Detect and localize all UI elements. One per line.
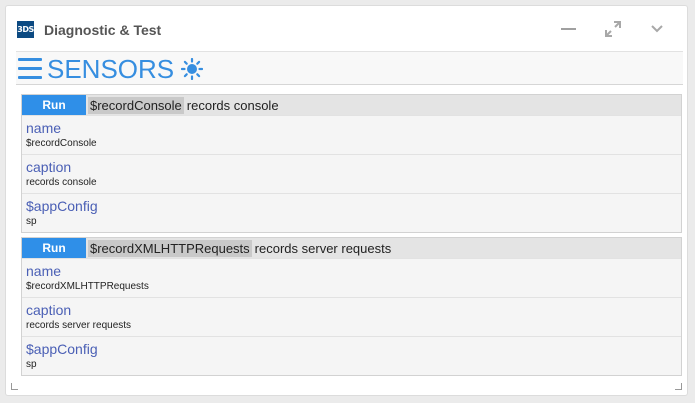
minimize-icon: [560, 28, 576, 30]
field-label: $appConfig: [26, 198, 98, 214]
resize-handle-right[interactable]: [675, 383, 682, 390]
widget-title: Diagnostic & Test: [44, 22, 162, 38]
field-label: caption: [26, 302, 72, 318]
field-row-name: name $recordXMLHTTPRequests: [22, 258, 681, 297]
field-row-appconfig: $appConfig sp: [22, 193, 681, 232]
field-value: records server requests: [26, 320, 132, 331]
resize-handle-left[interactable]: [11, 383, 18, 390]
page-title: SENSORS: [47, 54, 175, 84]
chevron-down-icon: [651, 25, 663, 33]
field-row-caption: caption records console: [22, 154, 681, 193]
field-value: sp: [26, 359, 37, 370]
field-label: $appConfig: [26, 341, 98, 357]
sensor-description: records server requests: [254, 240, 392, 256]
field-row-name: name $recordConsole: [22, 115, 681, 154]
run-button[interactable]: Run: [22, 238, 86, 258]
sensor-card: Run $recordConsole records console name …: [21, 94, 682, 233]
sensor-command: $recordConsole: [88, 96, 184, 114]
minimize-button[interactable]: [555, 16, 581, 42]
widget-titlebar: 3DS Diagnostic & Test: [6, 6, 687, 52]
field-label: caption: [26, 159, 72, 175]
app-logo: 3DS: [17, 21, 34, 38]
field-value: records console: [26, 177, 97, 188]
sensor-header: Run $recordConsole records console: [22, 95, 681, 115]
sun-icon[interactable]: [181, 58, 203, 80]
sensor-card: Run $recordXMLHTTPRequests records serve…: [21, 237, 682, 376]
menu-icon[interactable]: [18, 57, 42, 79]
expand-icon: [605, 21, 621, 37]
sensors-toolbar: SENSORS: [16, 51, 683, 85]
sensor-header: Run $recordXMLHTTPRequests records serve…: [22, 238, 681, 258]
field-value: sp: [26, 216, 37, 227]
sensor-description: records console: [186, 97, 279, 113]
field-row-caption: caption records server requests: [22, 297, 681, 336]
field-row-appconfig: $appConfig sp: [22, 336, 681, 375]
field-value: $recordXMLHTTPRequests: [26, 281, 149, 292]
run-button[interactable]: Run: [22, 95, 86, 115]
sensor-command: $recordXMLHTTPRequests: [88, 239, 252, 257]
collapse-button[interactable]: [644, 16, 670, 42]
widget-panel: 3DS Diagnostic & Test SENSORS Run $recor…: [5, 5, 688, 396]
field-value: $recordConsole: [26, 138, 97, 149]
field-label: name: [26, 120, 62, 136]
field-label: name: [26, 263, 62, 279]
maximize-button[interactable]: [600, 16, 626, 42]
